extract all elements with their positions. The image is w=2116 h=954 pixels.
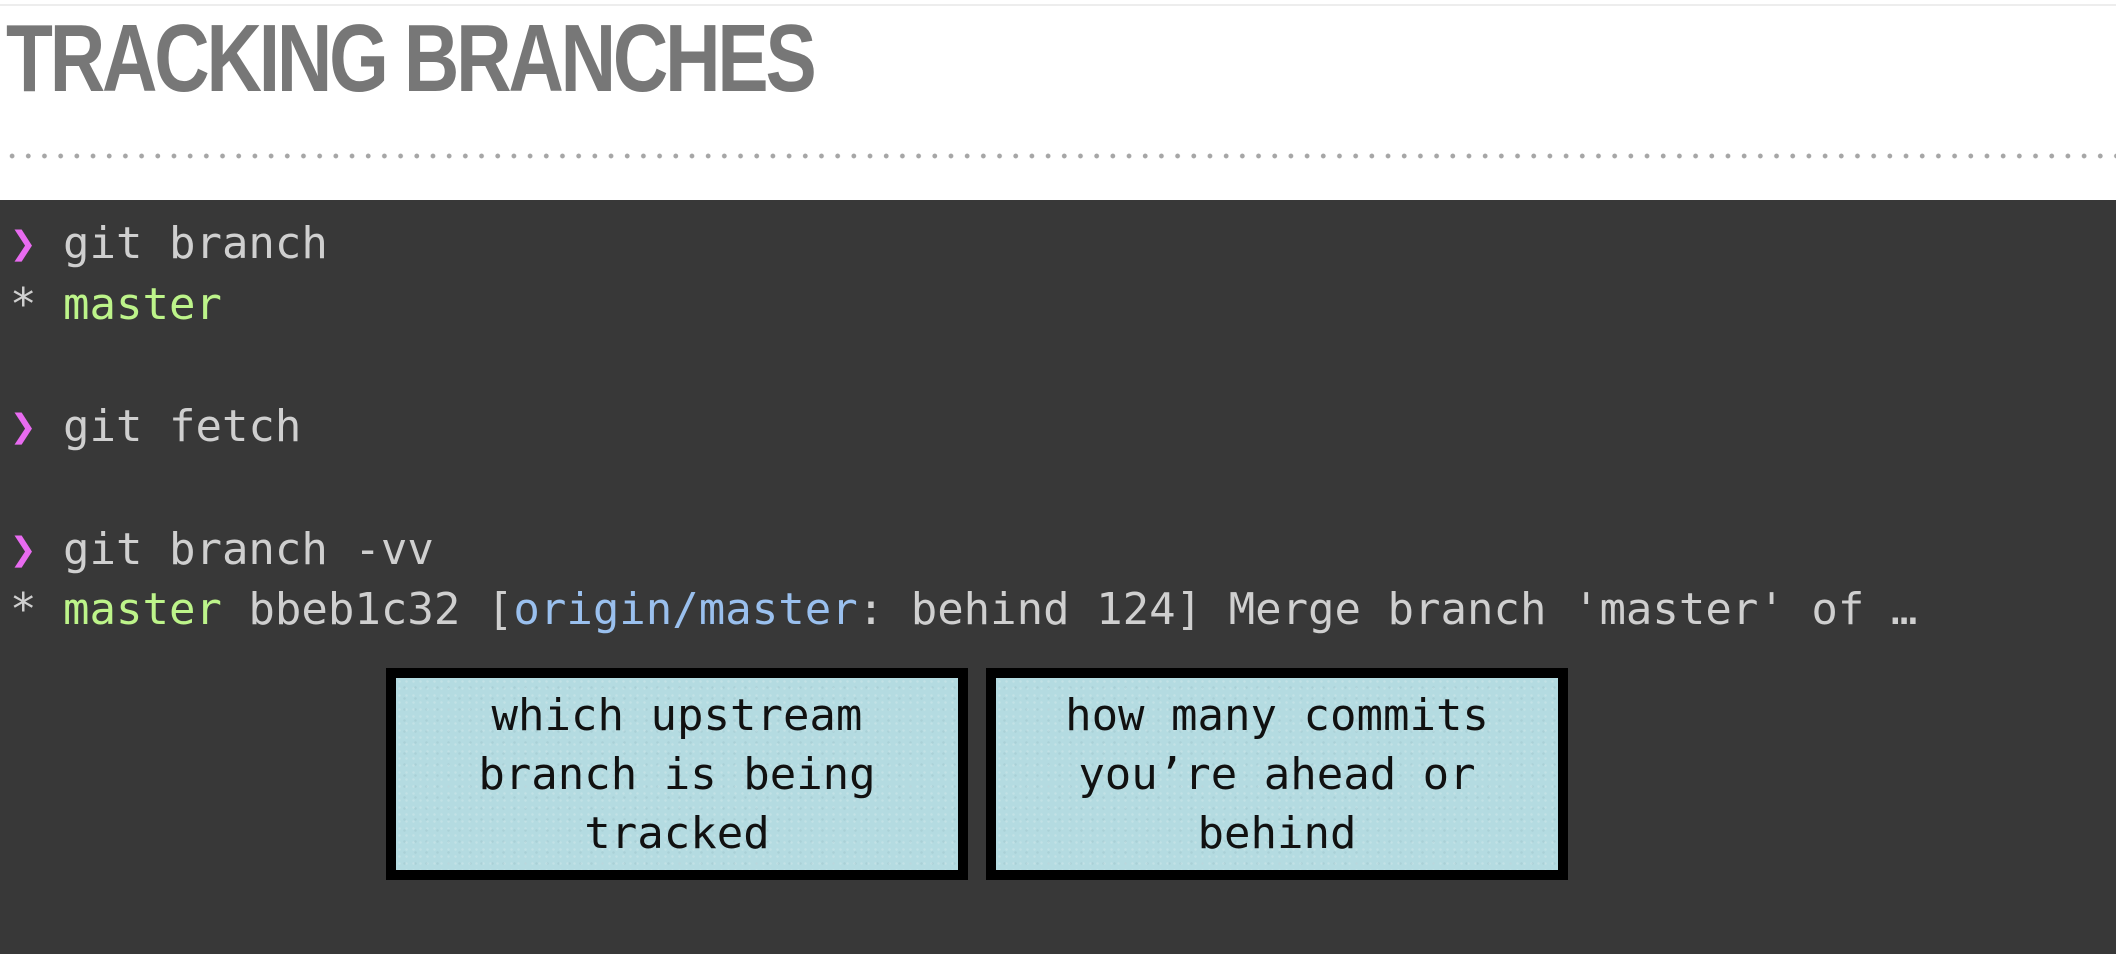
callout-upstream-branch: which upstream branch is being tracked	[386, 668, 968, 880]
command-text: git fetch	[63, 401, 302, 452]
tracking-status-text: : behind 124] Merge branch 'master' of …	[857, 584, 1918, 635]
command-text: git branch -vv	[63, 524, 434, 575]
terminal-line-verbose-output: * master bbeb1c32 [origin/master: behind…	[10, 582, 1917, 638]
command-text: git branch	[63, 218, 328, 269]
upstream-branch: origin/master	[513, 584, 858, 635]
prompt-icon: ❯	[10, 401, 37, 452]
terminal-line-cmd-git-fetch: ❯ git fetch	[10, 399, 301, 455]
current-branch-marker: *	[10, 279, 63, 330]
slide-title: TRACKING BRANCHES	[6, 5, 817, 112]
branch-name: master	[62, 279, 222, 330]
prompt-icon: ❯	[10, 524, 37, 575]
callout-ahead-behind: how many commits you’re ahead or behind	[986, 668, 1568, 880]
callout-text: how many commits you’re ahead or behind	[1065, 689, 1489, 859]
terminal-line-branch-output: * master	[10, 277, 222, 333]
callout-text: which upstream branch is being tracked	[478, 689, 876, 859]
branch-name: master	[62, 584, 222, 635]
terminal-line-cmd-git-branch: ❯ git branch	[10, 216, 328, 272]
commit-hash: bbeb1c32 [	[221, 584, 514, 635]
current-branch-marker: *	[10, 584, 63, 635]
terminal-line-cmd-git-branch-vv: ❯ git branch -vv	[10, 522, 434, 578]
prompt-icon: ❯	[10, 218, 37, 269]
slide: TRACKING BRANCHES ❯ git branch * master …	[0, 0, 2116, 954]
dotted-divider	[0, 153, 2116, 159]
